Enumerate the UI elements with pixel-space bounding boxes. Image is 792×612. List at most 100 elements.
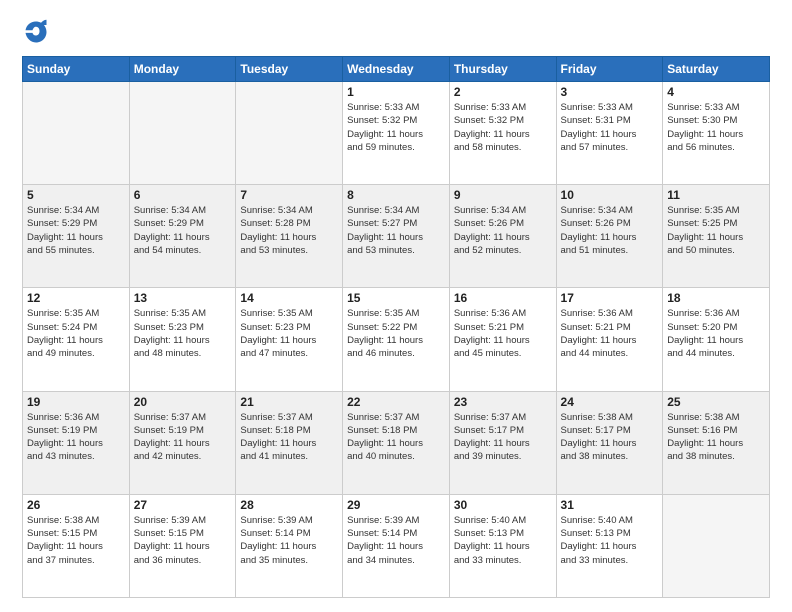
day-info: Sunrise: 5:35 AM Sunset: 5:23 PM Dayligh…: [240, 307, 338, 360]
logo-icon: [22, 18, 50, 46]
calendar: SundayMondayTuesdayWednesdayThursdayFrid…: [22, 56, 770, 598]
day-info: Sunrise: 5:35 AM Sunset: 5:22 PM Dayligh…: [347, 307, 445, 360]
day-info: Sunrise: 5:38 AM Sunset: 5:15 PM Dayligh…: [27, 514, 125, 567]
day-number: 27: [134, 498, 232, 512]
day-number: 8: [347, 188, 445, 202]
day-cell: 13Sunrise: 5:35 AM Sunset: 5:23 PM Dayli…: [129, 288, 236, 391]
day-info: Sunrise: 5:40 AM Sunset: 5:13 PM Dayligh…: [561, 514, 659, 567]
day-cell: [663, 494, 770, 597]
day-cell: 2 Sunrise: 5:33 AM Sunset: 5:32 PM Daylig…: [449, 82, 556, 185]
day-info: Sunrise: 5:34 AM Sunset: 5:29 PM Dayligh…: [27, 204, 125, 257]
header-cell-monday: Monday: [129, 57, 236, 82]
day-info: Sunrise: 5:37 AM Sunset: 5:18 PM Dayligh…: [240, 411, 338, 464]
day-number: 10: [561, 188, 659, 202]
day-number: 15: [347, 291, 445, 305]
day-cell: 23 Sunrise: 5:37 AM Sunset: 5:17 PM Dayli…: [449, 391, 556, 494]
day-cell: [236, 82, 343, 185]
logo: [22, 18, 54, 46]
day-number: 12: [27, 291, 125, 305]
header: [22, 18, 770, 46]
day-cell: 18 Sunrise: 5:36 AM Sunset: 5:20 PM Dayli…: [663, 288, 770, 391]
day-number: 1: [347, 85, 445, 99]
day-info: Sunrise: 5:38 AM Sunset: 5:17 PM Dayligh…: [561, 411, 659, 464]
day-info: Sunrise: 5:39 AM Sunset: 5:14 PM Dayligh…: [240, 514, 338, 567]
day-cell: 1 Sunrise: 5:33 AM Sunset: 5:32 PM Daylig…: [343, 82, 450, 185]
day-info: Sunrise: 5:35 AM Sunset: 5:25 PM Dayligh…: [667, 204, 765, 257]
day-number: 14: [240, 291, 338, 305]
header-cell-friday: Friday: [556, 57, 663, 82]
day-number: 22: [347, 395, 445, 409]
week-row-4: 19Sunrise: 5:36 AM Sunset: 5:19 PM Dayli…: [23, 391, 770, 494]
day-info: Sunrise: 5:34 AM Sunset: 5:26 PM Dayligh…: [561, 204, 659, 257]
day-info: Sunrise: 5:33 AM Sunset: 5:32 PM Dayligh…: [347, 101, 445, 154]
day-number: 21: [240, 395, 338, 409]
day-info: Sunrise: 5:38 AM Sunset: 5:16 PM Dayligh…: [667, 411, 765, 464]
day-info: Sunrise: 5:36 AM Sunset: 5:21 PM Dayligh…: [454, 307, 552, 360]
day-cell: 7 Sunrise: 5:34 AM Sunset: 5:28 PM Daylig…: [236, 185, 343, 288]
day-info: Sunrise: 5:36 AM Sunset: 5:20 PM Dayligh…: [667, 307, 765, 360]
calendar-body: 1 Sunrise: 5:33 AM Sunset: 5:32 PM Daylig…: [23, 82, 770, 598]
day-cell: 9 Sunrise: 5:34 AM Sunset: 5:26 PM Daylig…: [449, 185, 556, 288]
day-cell: [129, 82, 236, 185]
day-info: Sunrise: 5:34 AM Sunset: 5:29 PM Dayligh…: [134, 204, 232, 257]
day-number: 29: [347, 498, 445, 512]
day-number: 30: [454, 498, 552, 512]
day-cell: 21 Sunrise: 5:37 AM Sunset: 5:18 PM Dayli…: [236, 391, 343, 494]
day-info: Sunrise: 5:34 AM Sunset: 5:27 PM Dayligh…: [347, 204, 445, 257]
day-info: Sunrise: 5:34 AM Sunset: 5:28 PM Dayligh…: [240, 204, 338, 257]
header-cell-sunday: Sunday: [23, 57, 130, 82]
day-info: Sunrise: 5:33 AM Sunset: 5:32 PM Dayligh…: [454, 101, 552, 154]
day-cell: 20Sunrise: 5:37 AM Sunset: 5:19 PM Dayli…: [129, 391, 236, 494]
week-row-1: 1 Sunrise: 5:33 AM Sunset: 5:32 PM Daylig…: [23, 82, 770, 185]
day-number: 28: [240, 498, 338, 512]
day-cell: 3 Sunrise: 5:33 AM Sunset: 5:31 PM Daylig…: [556, 82, 663, 185]
day-number: 7: [240, 188, 338, 202]
day-cell: 5 Sunrise: 5:34 AM Sunset: 5:29 PM Daylig…: [23, 185, 130, 288]
day-cell: 24 Sunrise: 5:38 AM Sunset: 5:17 PM Dayli…: [556, 391, 663, 494]
day-cell: 16 Sunrise: 5:36 AM Sunset: 5:21 PM Dayli…: [449, 288, 556, 391]
day-info: Sunrise: 5:39 AM Sunset: 5:15 PM Dayligh…: [134, 514, 232, 567]
day-number: 9: [454, 188, 552, 202]
day-cell: 11 Sunrise: 5:35 AM Sunset: 5:25 PM Dayli…: [663, 185, 770, 288]
day-cell: 25Sunrise: 5:38 AM Sunset: 5:16 PM Dayli…: [663, 391, 770, 494]
day-info: Sunrise: 5:33 AM Sunset: 5:31 PM Dayligh…: [561, 101, 659, 154]
day-number: 5: [27, 188, 125, 202]
day-cell: 28 Sunrise: 5:39 AM Sunset: 5:14 PM Dayli…: [236, 494, 343, 597]
header-cell-saturday: Saturday: [663, 57, 770, 82]
day-number: 16: [454, 291, 552, 305]
day-cell: [23, 82, 130, 185]
day-info: Sunrise: 5:40 AM Sunset: 5:13 PM Dayligh…: [454, 514, 552, 567]
day-number: 24: [561, 395, 659, 409]
day-cell: 27 Sunrise: 5:39 AM Sunset: 5:15 PM Dayli…: [129, 494, 236, 597]
day-cell: 12 Sunrise: 5:35 AM Sunset: 5:24 PM Dayli…: [23, 288, 130, 391]
day-info: Sunrise: 5:34 AM Sunset: 5:26 PM Dayligh…: [454, 204, 552, 257]
day-cell: 31 Sunrise: 5:40 AM Sunset: 5:13 PM Dayli…: [556, 494, 663, 597]
day-number: 31: [561, 498, 659, 512]
day-number: 26: [27, 498, 125, 512]
day-info: Sunrise: 5:37 AM Sunset: 5:17 PM Dayligh…: [454, 411, 552, 464]
day-number: 2: [454, 85, 552, 99]
day-number: 11: [667, 188, 765, 202]
day-cell: 22 Sunrise: 5:37 AM Sunset: 5:18 PM Dayli…: [343, 391, 450, 494]
day-cell: 14 Sunrise: 5:35 AM Sunset: 5:23 PM Dayli…: [236, 288, 343, 391]
day-cell: 19Sunrise: 5:36 AM Sunset: 5:19 PM Dayli…: [23, 391, 130, 494]
calendar-header: SundayMondayTuesdayWednesdayThursdayFrid…: [23, 57, 770, 82]
day-info: Sunrise: 5:37 AM Sunset: 5:18 PM Dayligh…: [347, 411, 445, 464]
day-info: Sunrise: 5:37 AM Sunset: 5:19 PM Dayligh…: [134, 411, 232, 464]
day-info: Sunrise: 5:35 AM Sunset: 5:24 PM Dayligh…: [27, 307, 125, 360]
day-cell: 15 Sunrise: 5:35 AM Sunset: 5:22 PM Dayli…: [343, 288, 450, 391]
week-row-5: 26 Sunrise: 5:38 AM Sunset: 5:15 PM Dayli…: [23, 494, 770, 597]
day-number: 23: [454, 395, 552, 409]
day-cell: 29Sunrise: 5:39 AM Sunset: 5:14 PM Dayli…: [343, 494, 450, 597]
day-number: 3: [561, 85, 659, 99]
day-number: 6: [134, 188, 232, 202]
day-number: 13: [134, 291, 232, 305]
week-row-2: 5 Sunrise: 5:34 AM Sunset: 5:29 PM Daylig…: [23, 185, 770, 288]
day-number: 18: [667, 291, 765, 305]
day-number: 19: [27, 395, 125, 409]
day-cell: 4Sunrise: 5:33 AM Sunset: 5:30 PM Daylig…: [663, 82, 770, 185]
day-cell: 10 Sunrise: 5:34 AM Sunset: 5:26 PM Dayli…: [556, 185, 663, 288]
header-cell-wednesday: Wednesday: [343, 57, 450, 82]
day-cell: 30 Sunrise: 5:40 AM Sunset: 5:13 PM Dayli…: [449, 494, 556, 597]
header-cell-thursday: Thursday: [449, 57, 556, 82]
